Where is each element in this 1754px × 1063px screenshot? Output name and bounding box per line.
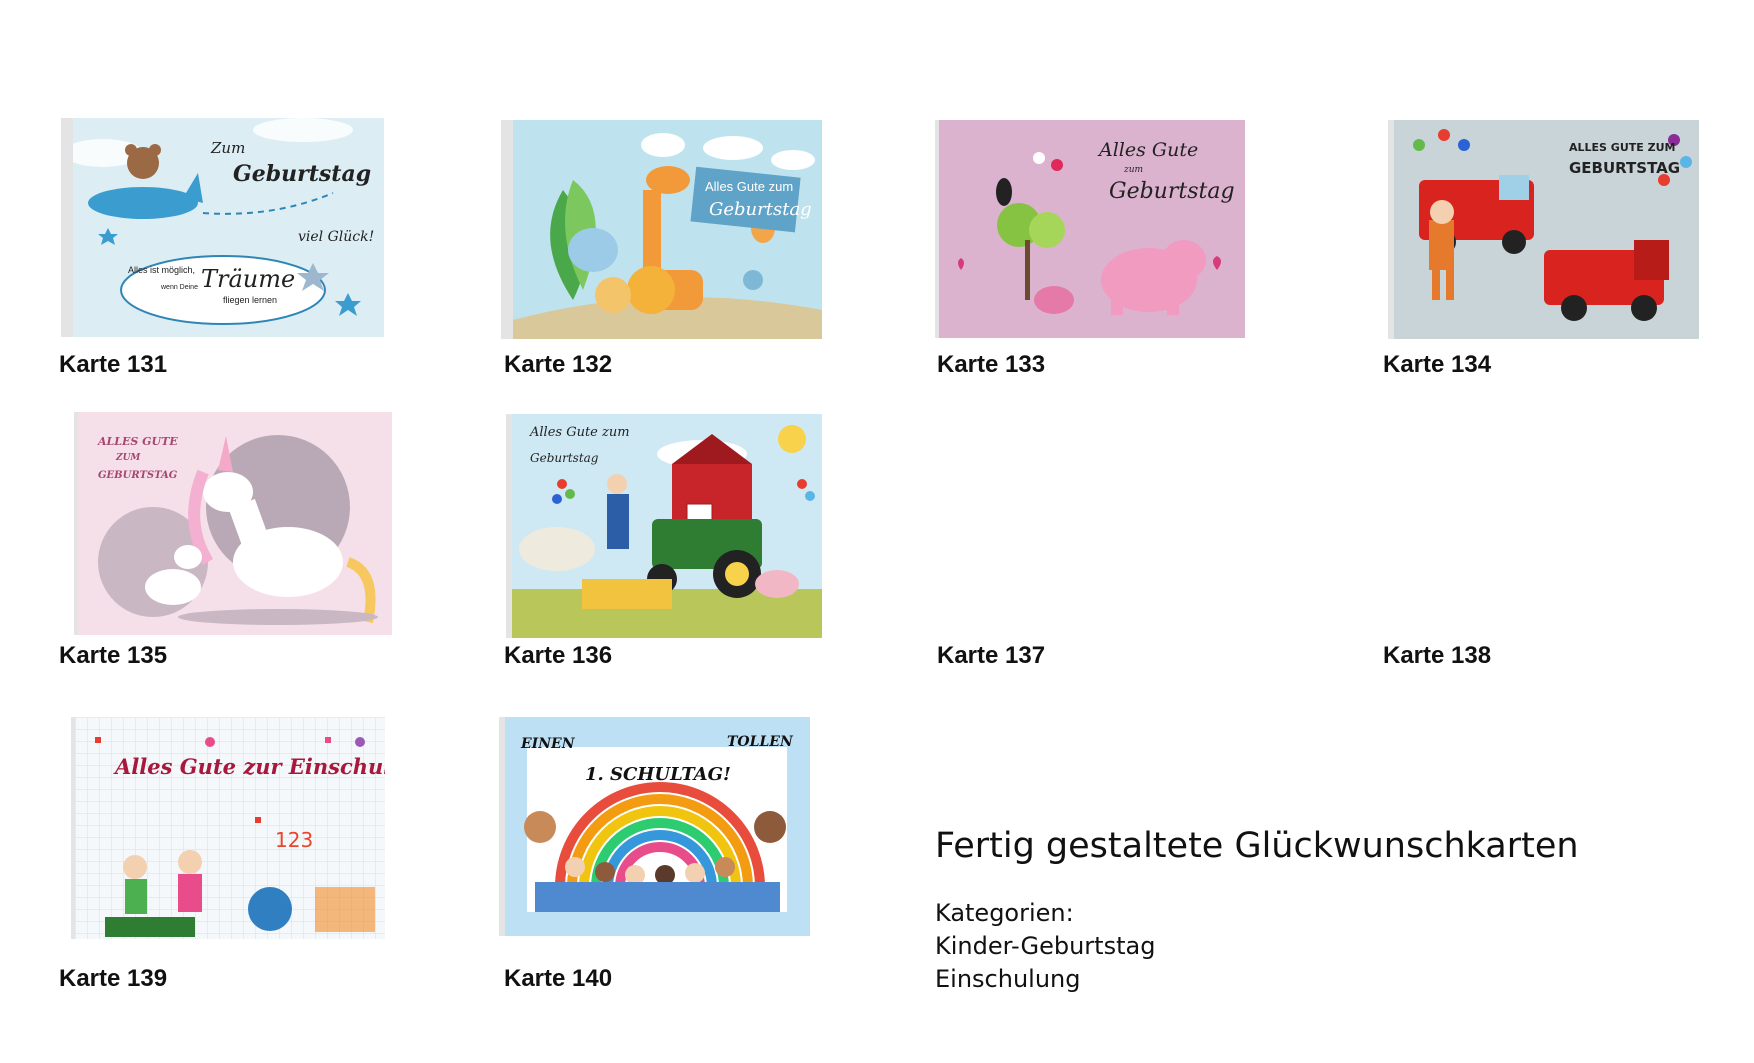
card-caption-134: Karte 134 (1383, 351, 1492, 378)
card-133-text-line1: Alles Gute (1099, 139, 1199, 161)
card-caption-138: Karte 138 (1383, 642, 1492, 669)
card-133-illustration (958, 152, 1221, 315)
card-131-text-small1: Alles ist möglich, (128, 265, 196, 275)
card-139-text-numbers: 123 (275, 828, 314, 852)
card-caption-136: Karte 136 (504, 642, 613, 669)
card-139-text-line1: Alles Gute zur Einschulung (115, 754, 385, 779)
card-caption-135: Karte 135 (59, 642, 168, 669)
card-thumbnail-134[interactable]: Alles Gute zum Geburtstag (1388, 120, 1699, 339)
card-caption-137: Karte 137 (937, 642, 1046, 669)
card-136-text-line1: Alles Gute zum (530, 425, 630, 440)
card-132-text-line2: Geburtstag (709, 199, 812, 220)
card-caption-139: Karte 139 (59, 965, 168, 992)
card-132-illustration (513, 133, 822, 339)
categories-label: Kategorien: (935, 899, 1074, 927)
category-item: Einschulung (935, 965, 1081, 993)
card-140-text-line2: tollen (727, 734, 793, 750)
card-thumbnail-135[interactable]: Alles Gute zum Geburtstag (74, 412, 392, 635)
card-caption-133: Karte 133 (937, 351, 1046, 378)
card-thumbnail-131[interactable]: Zum Geburtstag viel Glück! Alles ist mög… (61, 118, 384, 337)
card-caption-131: Karte 131 (59, 351, 168, 378)
card-thumbnail-132[interactable]: Alles Gute zum Geburtstag (501, 120, 822, 339)
card-thumbnail-136[interactable]: Alles Gute zum Geburtstag (506, 414, 822, 638)
card-caption-132: Karte 132 (504, 351, 613, 378)
card-131-text-geburtstag: Geburtstag (233, 161, 372, 187)
card-131-text-zum: Zum (211, 139, 246, 157)
card-132-text-line1: Alles Gute zum (705, 179, 794, 194)
card-140-text-line3: 1. Schultag! (585, 764, 731, 785)
card-thumbnail-140[interactable]: Einen tollen 1. Schultag! (499, 717, 810, 936)
card-134-text-line2: Geburtstag (1569, 159, 1681, 177)
card-136-illustration (512, 425, 822, 638)
card-135-text-line2: zum (116, 453, 141, 463)
card-thumbnail-133[interactable]: Alles Gute zum Geburtstag (935, 120, 1245, 338)
card-134-text-line1: Alles Gute zum (1569, 141, 1676, 154)
card-131-text-small2: wenn Deine (161, 284, 198, 291)
page-title: Fertig gestaltete Glückwunschkarten (935, 826, 1579, 866)
card-131-text-glueck: viel Glück! (298, 229, 375, 245)
card-135-text-line1: Alles Gute (98, 435, 178, 448)
card-131-text-traeume: Träume (201, 265, 296, 293)
card-133-text-line2: zum (1124, 165, 1144, 175)
card-135-text-line3: Geburtstag (98, 470, 178, 481)
card-133-text-line3: Geburtstag (1109, 179, 1235, 204)
card-131-text-small3: fliegen lernen (223, 295, 278, 305)
card-140-text-line1: Einen (521, 736, 575, 752)
card-thumbnail-139[interactable]: Alles Gute zur Einschulung 123 (71, 717, 385, 939)
card-139-illustration (75, 717, 385, 939)
category-item: Kinder-Geburtstag (935, 932, 1156, 960)
card-caption-140: Karte 140 (504, 965, 613, 992)
card-136-text-line2: Geburtstag (530, 451, 599, 465)
